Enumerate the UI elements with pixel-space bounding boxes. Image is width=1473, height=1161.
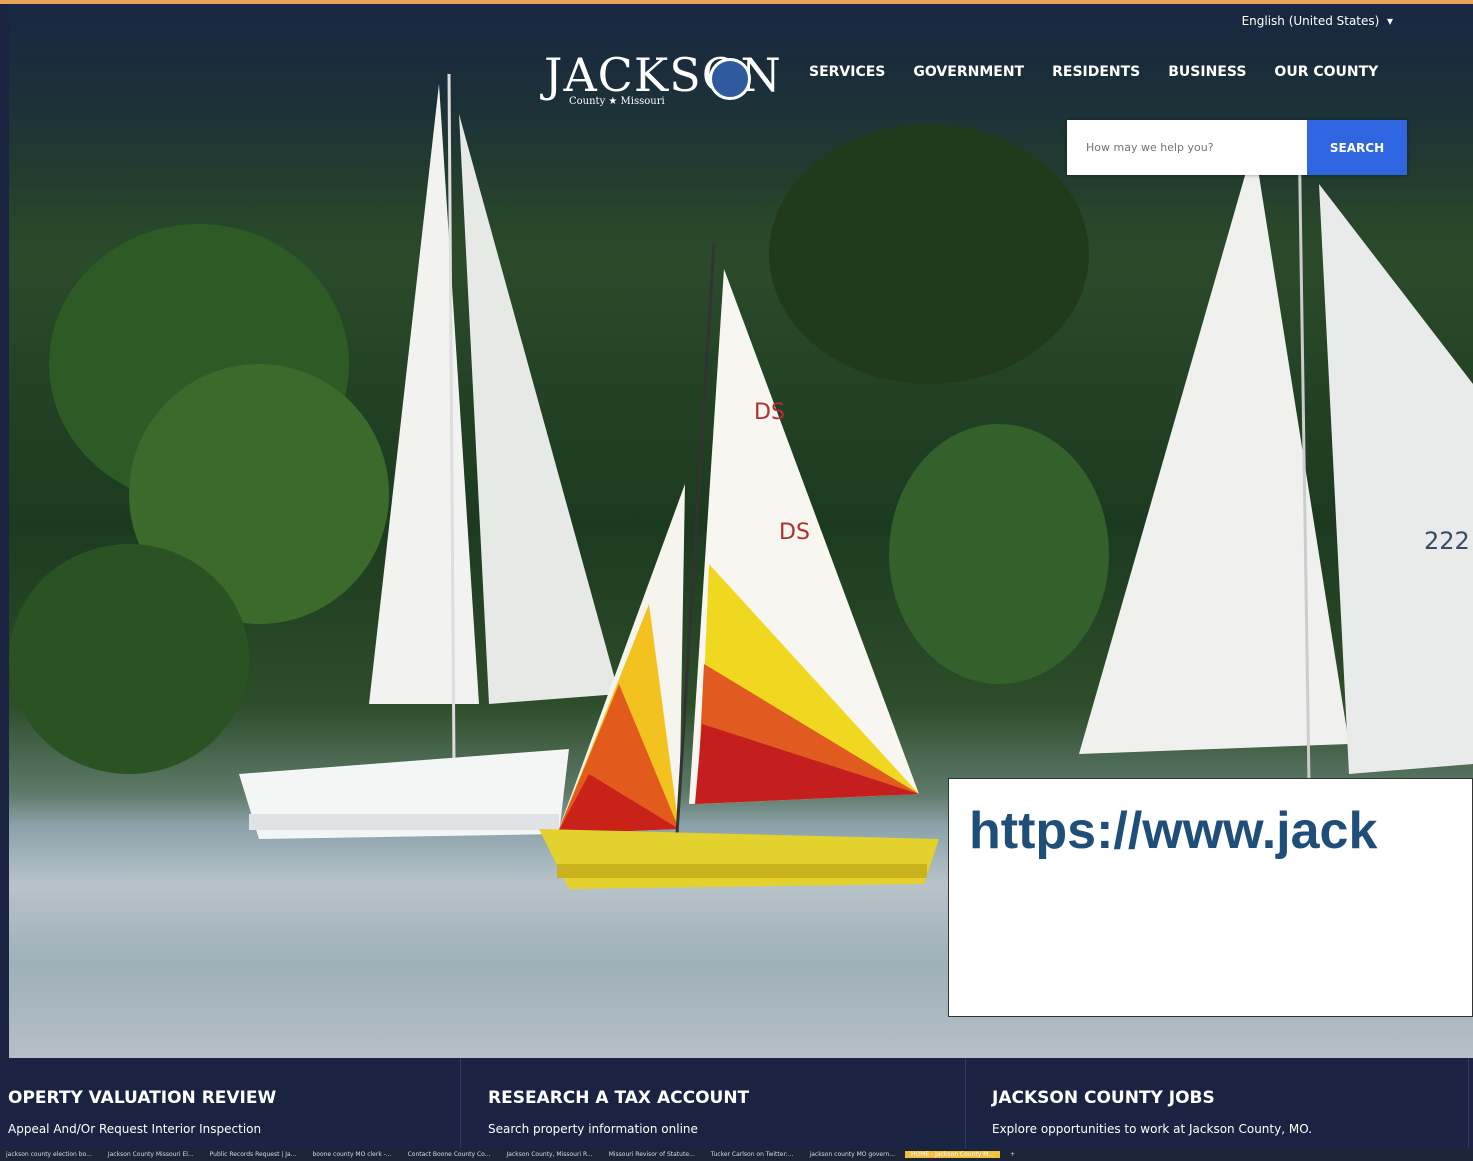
url-callout-box: https://www.jack [948,778,1473,1017]
card-title: OPERTY VALUATION REVIEW [8,1088,277,1108]
browser-tab[interactable]: jackson county election bo... [0,1151,98,1158]
nav-business[interactable]: BUSINESS [1168,64,1246,80]
card-tax-account[interactable]: RESEARCH A TAX ACCOUNT Search property i… [461,1058,966,1148]
browser-tab[interactable]: Tucker Carlson on Twitter:... [705,1151,800,1158]
card-subtitle: Search property information online [488,1122,698,1136]
site-logo[interactable]: JACKSON County ★ Missouri [544,52,789,112]
nav-services[interactable]: SERVICES [809,64,885,80]
search-input[interactable] [1067,120,1307,175]
svg-text:222: 222 [1424,527,1470,555]
browser-tab[interactable]: Jackson County, Missouri R... [500,1151,598,1158]
card-subtitle: Appeal And/Or Request Interior Inspectio… [8,1122,262,1136]
window-left-border [0,4,9,1161]
callout-url-text: https://www.jack [969,802,1378,860]
search-bar: SEARCH [1067,120,1407,175]
card-title: JACKSON COUNTY JOBS [992,1088,1215,1108]
language-label: English (United States) [1241,14,1380,28]
browser-tab[interactable]: Missouri Revisor of Statute... [603,1151,701,1158]
browser-tab[interactable]: Contact Boone County Co... [402,1151,497,1158]
quick-links-bar: OPERTY VALUATION REVIEW Appeal And/Or Re… [0,1058,1473,1148]
language-selector[interactable]: English (United States) ▾ [1242,14,1393,28]
svg-text:DS: DS [779,520,810,545]
new-tab-icon[interactable]: + [1004,1151,1021,1158]
county-seal-icon [709,58,751,100]
main-nav: SERVICES GOVERNMENT RESIDENTS BUSINESS O… [809,64,1378,80]
svg-text:DS: DS [754,400,785,425]
browser-tab[interactable]: Public Records Request | Ja... [204,1151,303,1158]
browser-tab[interactable]: boone county MO clerk -... [306,1151,397,1158]
browser-tab-active[interactable]: HOME - Jackson County M... [905,1151,1001,1158]
browser-tab[interactable]: Jackson County Missouri El... [102,1151,200,1158]
card-county-jobs[interactable]: JACKSON COUNTY JOBS Explore opportunitie… [966,1058,1469,1148]
card-title: RESEARCH A TAX ACCOUNT [488,1088,750,1108]
card-property-valuation[interactable]: OPERTY VALUATION REVIEW Appeal And/Or Re… [0,1058,461,1148]
nav-residents[interactable]: RESIDENTS [1052,64,1140,80]
nav-government[interactable]: GOVERNMENT [913,64,1024,80]
search-button[interactable]: SEARCH [1307,120,1407,175]
logo-wordmark: JACKSON [544,48,782,102]
chevron-down-icon: ▾ [1383,14,1393,28]
card-subtitle: Explore opportunities to work at Jackson… [992,1122,1312,1136]
nav-our-county[interactable]: OUR COUNTY [1274,64,1378,80]
browser-tab[interactable]: jackson county MO govern... [804,1151,901,1158]
browser-tab-strip: jackson county election bo... Jackson Co… [0,1148,1473,1161]
